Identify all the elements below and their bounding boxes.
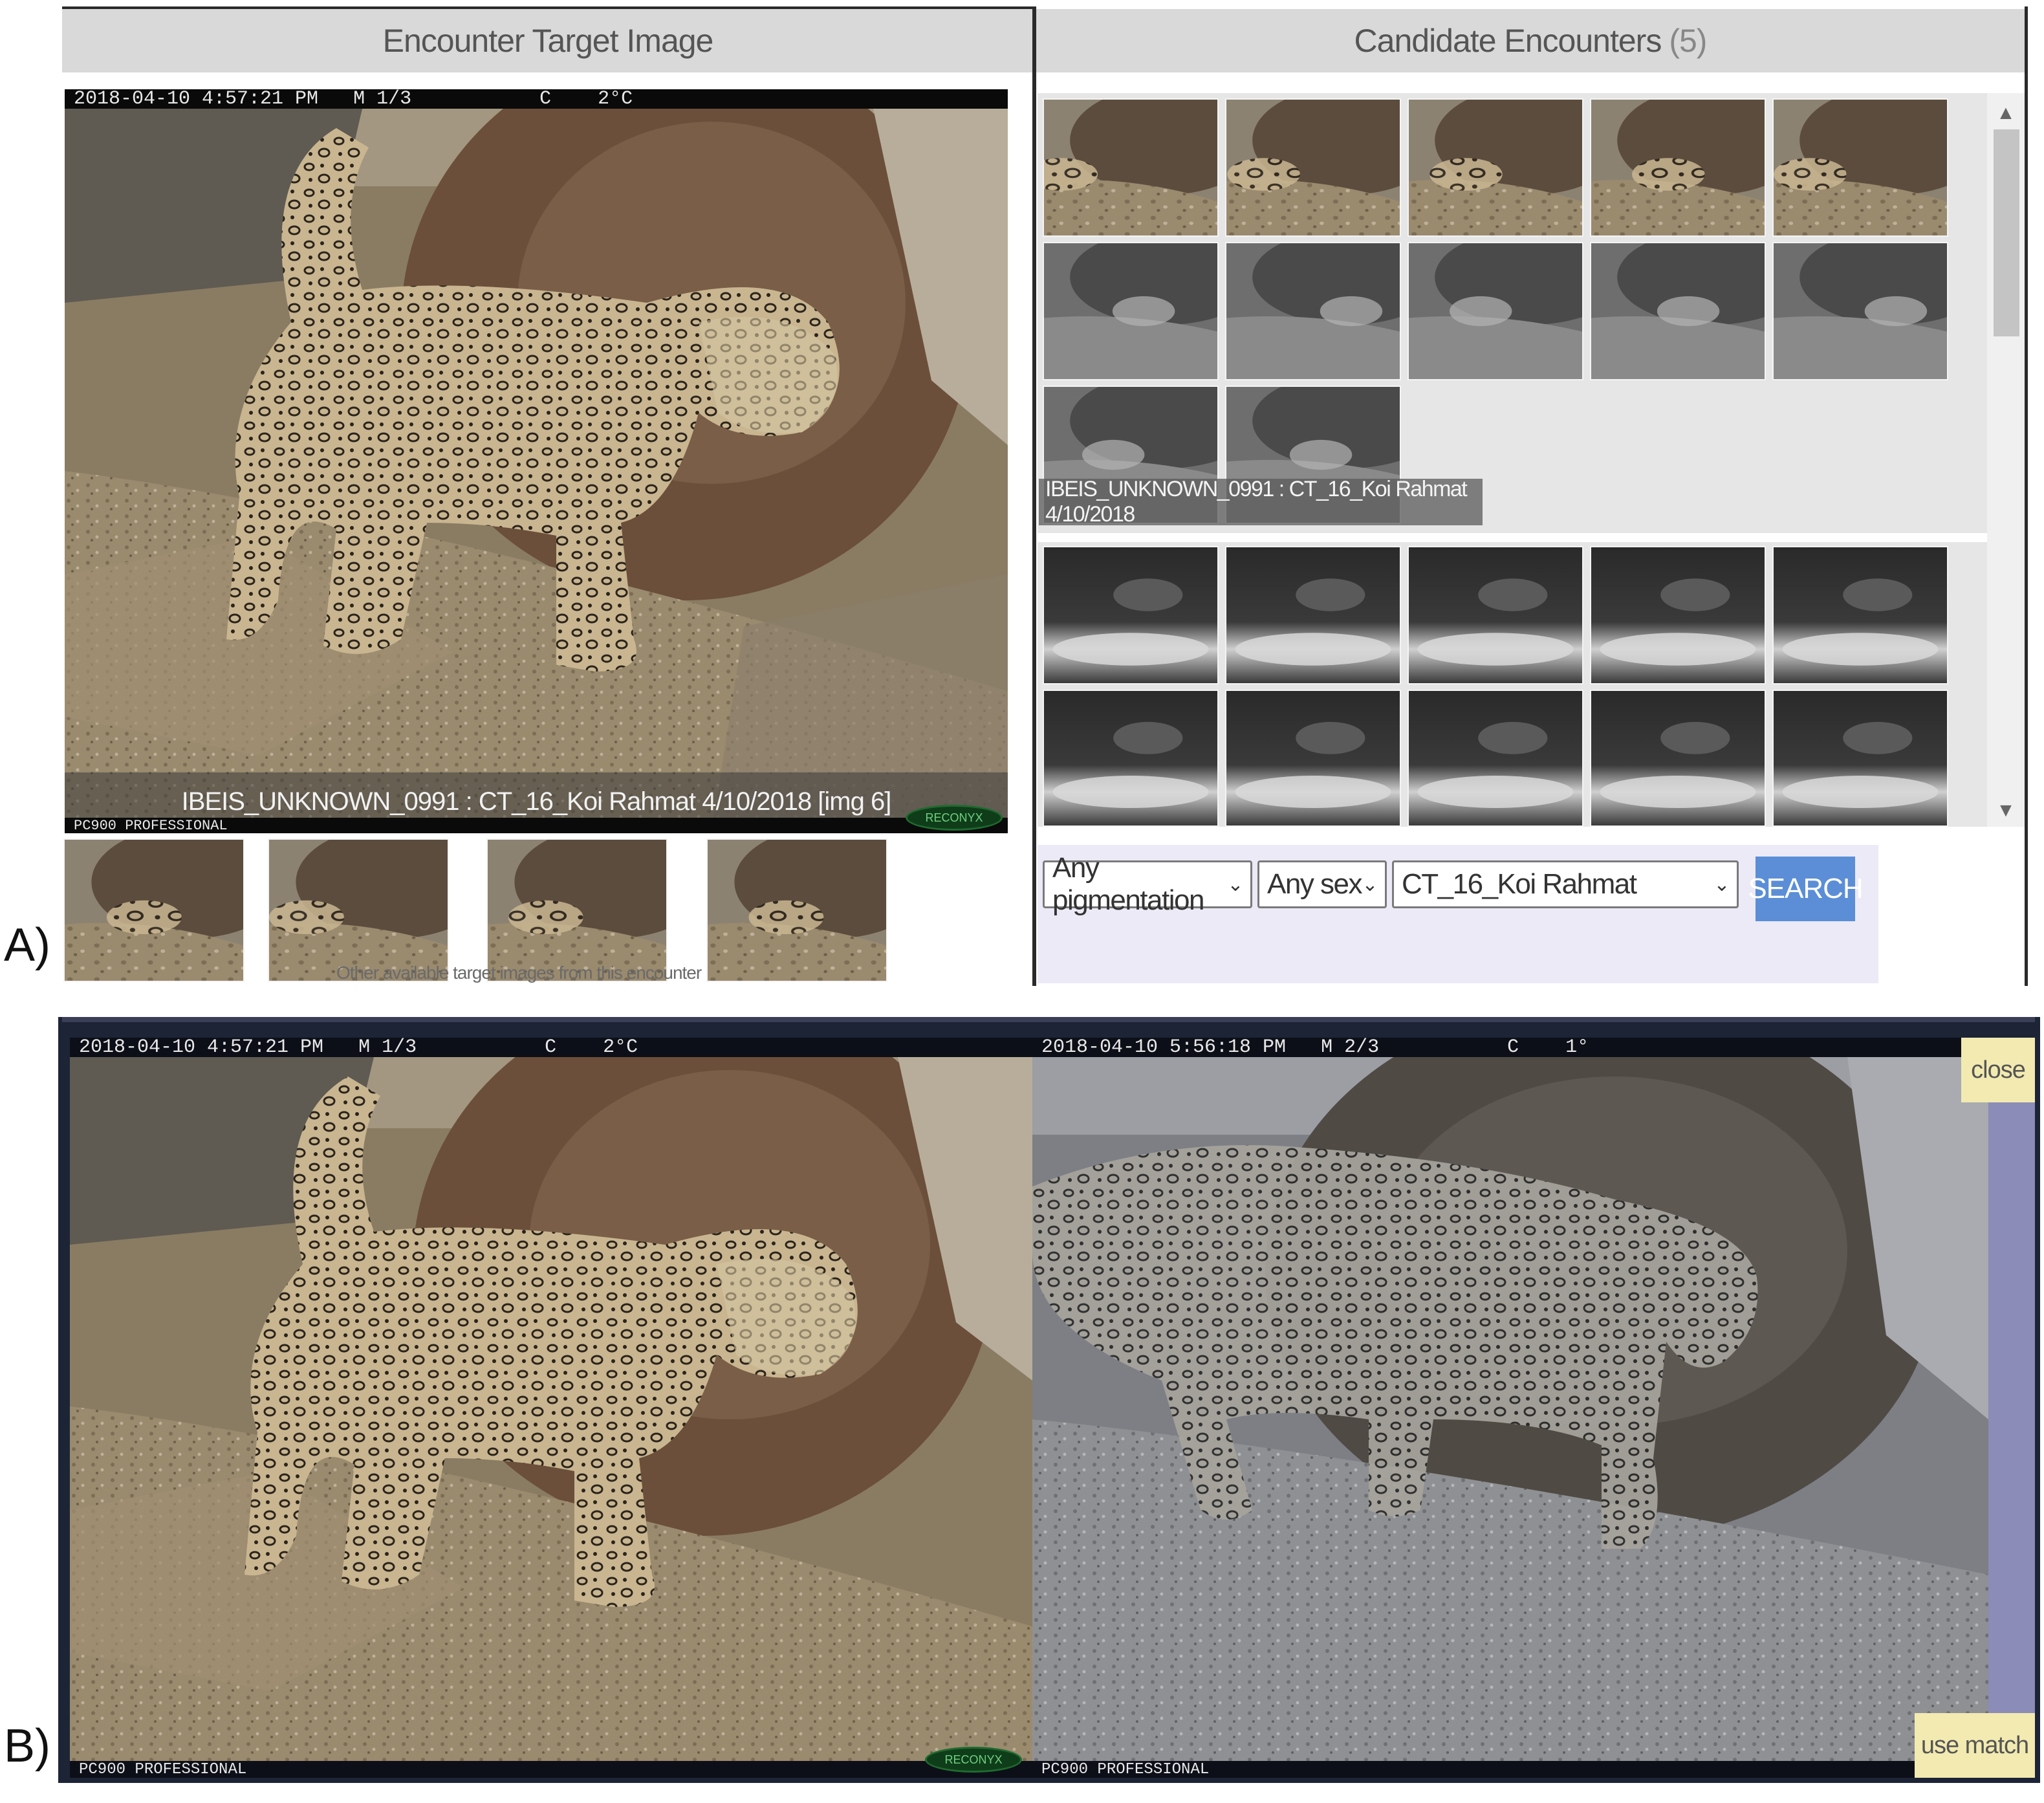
scrollbar-thumb[interactable]: [1994, 129, 2019, 336]
target-thumbnail[interactable]: [268, 838, 449, 982]
candidate-thumbnail[interactable]: [1408, 242, 1583, 380]
comparison-sidebar: [1988, 1057, 2035, 1761]
candidate-thumbnail[interactable]: [1225, 546, 1401, 684]
candidate-thumbnail[interactable]: [1043, 690, 1219, 827]
scroll-up-icon[interactable]: ▲: [1987, 97, 2025, 129]
frame-top-bar: [62, 1017, 2035, 1022]
figure-label-a: A): [4, 919, 50, 971]
chevron-down-icon: ⌄: [1713, 873, 1730, 895]
encounter-1-tag[interactable]: IBEIS_UNKNOWN_0991 : CT_16_Koi Rahmat 4/…: [1039, 477, 1483, 527]
candidate-header-title: Candidate Encounters: [1354, 23, 1662, 59]
candidate-panel-header: Candidate Encounters (5): [1036, 9, 2025, 72]
right-camera-stamp: 2018-04-10 5:56:18 PM M 2/3 C 1°: [1032, 1036, 1988, 1058]
target-panel-header: Encounter Target Image: [62, 9, 1034, 72]
panel-divider: [1032, 6, 1036, 986]
left-comparison-image[interactable]: [70, 1057, 1032, 1761]
figure-label-b: B): [4, 1720, 50, 1772]
target-header-title: Encounter Target Image: [382, 23, 714, 59]
encounter-separator: [1038, 533, 1987, 542]
candidate-thumbnail[interactable]: [1225, 98, 1401, 237]
location-select[interactable]: CT_16_Koi Rahmat ⌄: [1392, 860, 1739, 908]
other-images-caption: Other available target images from this …: [336, 963, 702, 983]
left-camera-stamp: 2018-04-10 4:57:21 PM M 1/3 C 2°C: [70, 1036, 1032, 1058]
chevron-down-icon: ⌄: [1227, 873, 1243, 895]
close-button[interactable]: close: [1961, 1038, 2035, 1102]
candidate-thumbnail[interactable]: [1043, 98, 1219, 237]
sex-value: Any sex: [1267, 868, 1363, 900]
candidate-thumbnail[interactable]: [1772, 690, 1948, 827]
target-thumbnail[interactable]: [63, 838, 245, 982]
pigmentation-value: Any pigmentation: [1052, 852, 1204, 916]
candidate-thumbnail[interactable]: [1408, 98, 1583, 237]
candidate-thumbnail[interactable]: [1590, 242, 1766, 380]
sex-select[interactable]: Any sex ⌄: [1257, 860, 1387, 908]
left-footer-stamp: PC900 PROFESSIONAL: [70, 1761, 1032, 1778]
candidate-thumbnail[interactable]: [1225, 242, 1401, 380]
target-footer-stamp: PC900 PROFESSIONAL: [65, 818, 1008, 834]
reconyx-logo: RECONYX: [906, 805, 1003, 831]
candidate-thumbnail[interactable]: [1225, 690, 1401, 827]
use-match-button[interactable]: use match: [1915, 1713, 2035, 1778]
right-comparison-image[interactable]: [1032, 1057, 1988, 1761]
candidate-thumbnail[interactable]: [1408, 690, 1583, 827]
candidate-thumbnail[interactable]: [1590, 690, 1766, 827]
right-footer-stamp: PC900 PROFESSIONAL: [1032, 1761, 1988, 1778]
location-value: CT_16_Koi Rahmat: [1402, 868, 1637, 900]
right-border: [2025, 6, 2028, 986]
candidate-thumbnail[interactable]: [1772, 546, 1948, 684]
target-image[interactable]: [65, 109, 1008, 833]
scroll-down-icon[interactable]: ▼: [1987, 794, 2025, 827]
chevron-down-icon: ⌄: [1362, 873, 1378, 895]
candidate-thumbnail[interactable]: [1772, 98, 1948, 237]
target-camera-stamp: 2018-04-10 4:57:21 PM M 1/3 C 2°C: [65, 88, 1008, 110]
reconyx-logo: RECONYX: [925, 1747, 1022, 1773]
candidate-thumbnail[interactable]: [1772, 242, 1948, 380]
target-thumbnail[interactable]: [706, 838, 887, 982]
candidate-thumbnail[interactable]: [1043, 242, 1219, 380]
target-thumbnail[interactable]: [486, 838, 668, 982]
candidate-thumbnail[interactable]: [1408, 546, 1583, 684]
candidate-thumbnail[interactable]: [1043, 546, 1219, 684]
search-button[interactable]: SEARCH: [1748, 857, 1864, 921]
pigmentation-select[interactable]: Any pigmentation ⌄: [1043, 852, 1252, 916]
candidate-count: (5): [1669, 23, 1707, 59]
candidate-thumbnail[interactable]: [1590, 98, 1766, 237]
candidate-thumbnail[interactable]: [1590, 546, 1766, 684]
